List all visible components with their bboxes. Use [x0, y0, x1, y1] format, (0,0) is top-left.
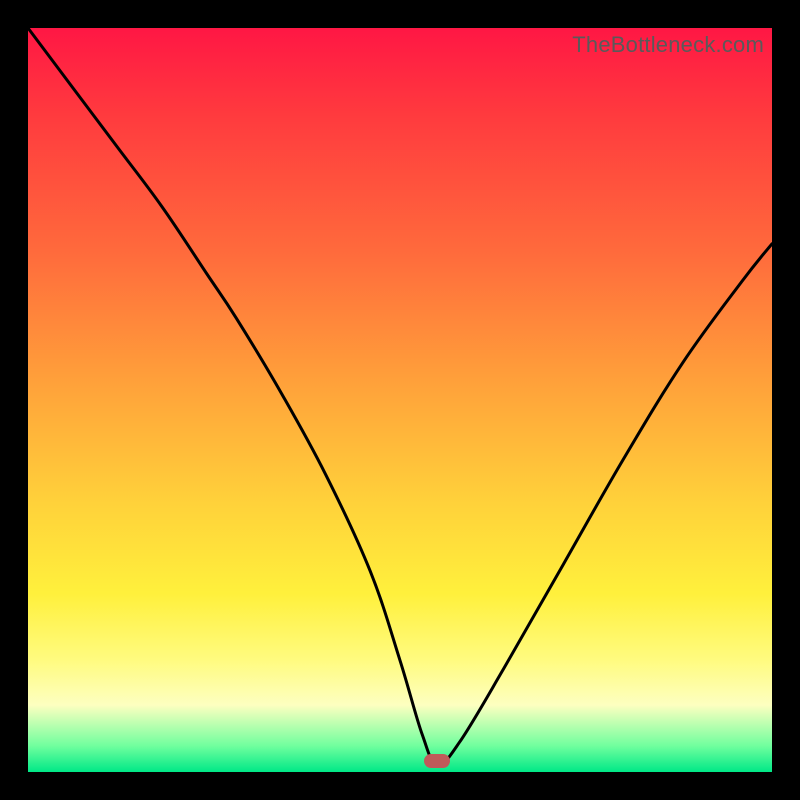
plot-area: TheBottleneck.com: [28, 28, 772, 772]
optimum-marker: [424, 754, 450, 768]
curve-path: [28, 28, 772, 765]
chart-frame: TheBottleneck.com: [0, 0, 800, 800]
bottleneck-curve: [28, 28, 772, 772]
